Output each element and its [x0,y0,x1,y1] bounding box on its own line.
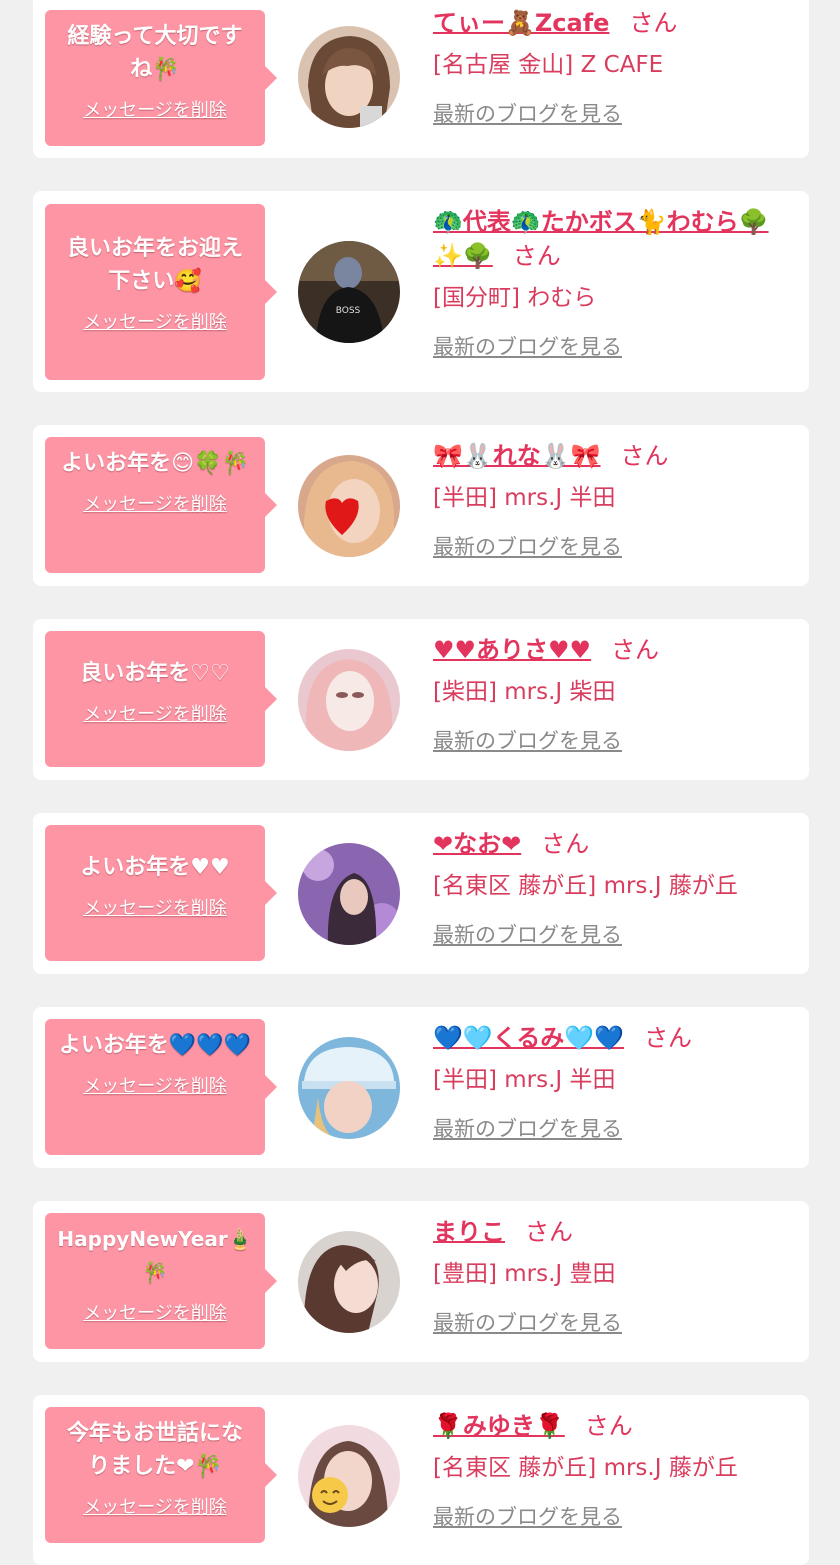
shop-name: [半田] mrs.J 半田 [433,485,616,511]
latest-blog-link[interactable]: 最新のブログを見る [433,1501,622,1531]
message-card: HappyNewYear🎍🎋 メッセージを削除 まりこ さん [豊田] mrs.J… [33,1201,809,1362]
honorific: さん [629,9,678,37]
delete-message-link[interactable]: メッセージを削除 [83,96,227,122]
cast-info: ♥♥ありさ♥♥ さん [柴田] mrs.J 柴田 最新のブログを見る [433,633,797,755]
cast-info: ❤なお❤ さん [名東区 藤が丘] mrs.J 藤が丘 最新のブログを見る [433,827,797,949]
message-card: 今年もお世話になりました❤🎋 メッセージを削除 🌹みゆき🌹 さん [名東区 藤が丘… [33,1395,809,1565]
avatar[interactable]: BOSS [298,241,400,343]
honorific: さん [644,1024,693,1052]
message-text: よいお年を💙💙💙 [58,1033,252,1058]
avatar[interactable] [298,26,400,128]
latest-blog-link[interactable]: 最新のブログを見る [433,919,622,949]
delete-message-link[interactable]: メッセージを削除 [83,894,227,920]
message-bubble: 良いお年をお迎え下さい🥰 メッセージを削除 [45,204,277,380]
latest-blog-link[interactable]: 最新のブログを見る [433,331,622,361]
cast-name-link[interactable]: 🌹みゆき🌹 [433,1412,565,1440]
delete-message-link[interactable]: メッセージを削除 [83,1299,227,1325]
shop-name: [国分町] わむら [433,285,597,311]
latest-blog-link[interactable]: 最新のブログを見る [433,1113,622,1143]
message-text: 良いお年をお迎え下さい🥰 [66,236,243,294]
shop-name: [豊田] mrs.J 豊田 [433,1261,616,1287]
cast-name-link[interactable]: ♥♥ありさ♥♥ [433,636,591,664]
message-text: 良いお年を♡♡ [80,661,230,686]
message-bubble: よいお年を♥♥ メッセージを削除 [45,825,277,961]
message-bubble: 今年もお世話になりました❤🎋 メッセージを削除 [45,1407,277,1543]
message-card: 良いお年をお迎え下さい🥰 メッセージを削除 BOSS 🦚代表🦚たかボス🐈わむら🌳… [33,191,809,392]
delete-message-link[interactable]: メッセージを削除 [83,700,227,726]
message-bubble: 良いお年を♡♡ メッセージを削除 [45,631,277,767]
cast-info: 🌹みゆき🌹 さん [名東区 藤が丘] mrs.J 藤が丘 最新のブログを見る [433,1409,797,1531]
avatar[interactable] [298,1231,400,1333]
message-text: 今年もお世話になりました❤🎋 [66,1421,243,1479]
avatar[interactable] [298,843,400,945]
latest-blog-link[interactable]: 最新のブログを見る [433,98,622,128]
message-card: 経験って大切ですね🎋 メッセージを削除 てぃー🧸Zcafe さん [名古屋 金山]… [33,0,809,158]
cast-name-link[interactable]: 🦚代表🦚たかボス🐈わむら🌳✨🌳 [433,208,769,270]
shop-name: [柴田] mrs.J 柴田 [433,679,616,705]
message-bubble: よいお年を💙💙💙 メッセージを削除 [45,1019,277,1155]
delete-message-link[interactable]: メッセージを削除 [83,490,227,516]
message-card: よいお年を😊🍀🎋 メッセージを削除 🎀🐰れな🐰🎀 さん [半田] mrs.J 半田… [33,425,809,586]
shop-name: [半田] mrs.J 半田 [433,1067,616,1093]
honorific: さん [512,242,561,270]
message-text: よいお年を♥♥ [80,855,230,880]
message-card: よいお年を♥♥ メッセージを削除 ❤なお❤ さん [名東区 藤が丘] mrs.J … [33,813,809,974]
latest-blog-link[interactable]: 最新のブログを見る [433,531,622,561]
honorific: さん [541,830,590,858]
delete-message-link[interactable]: メッセージを削除 [83,1493,227,1519]
cast-name-link[interactable]: 🎀🐰れな🐰🎀 [433,442,601,470]
message-card: 良いお年を♡♡ メッセージを削除 ♥♥ありさ♥♥ さん [柴田] mrs.J 柴田… [33,619,809,780]
message-card: よいお年を💙💙💙 メッセージを削除 💙🩵くるみ🩵💙 さん [半田] mrs.J 半… [33,1007,809,1168]
latest-blog-link[interactable]: 最新のブログを見る [433,725,622,755]
message-text: HappyNewYear🎍🎋 [57,1227,253,1284]
message-text: よいお年を😊🍀🎋 [61,451,249,476]
cast-info: 🎀🐰れな🐰🎀 さん [半田] mrs.J 半田 最新のブログを見る [433,439,797,561]
message-bubble: 経験って大切ですね🎋 メッセージを削除 [45,10,277,146]
latest-blog-link[interactable]: 最新のブログを見る [433,1307,622,1337]
honorific: さん [584,1412,633,1440]
delete-message-link[interactable]: メッセージを削除 [83,1072,227,1098]
cast-name-link[interactable]: てぃー🧸Zcafe [433,9,609,37]
honorific: さん [525,1218,573,1246]
svg-text:BOSS: BOSS [336,306,361,316]
honorific: さん [611,636,660,664]
honorific: さん [620,442,669,470]
message-bubble: よいお年を😊🍀🎋 メッセージを削除 [45,437,277,573]
avatar[interactable] [298,649,400,751]
cast-name-link[interactable]: ❤なお❤ [433,830,521,858]
shop-name: [名東区 藤が丘] mrs.J 藤が丘 [433,1455,738,1481]
avatar[interactable] [298,1425,400,1527]
avatar[interactable] [298,455,400,557]
avatar[interactable] [298,1037,400,1139]
shop-name: [名古屋 金山] Z CAFE [433,52,664,78]
cast-info: 🦚代表🦚たかボス🐈わむら🌳✨🌳 さん [国分町] わむら 最新のブログを見る [433,205,797,361]
cast-info: てぃー🧸Zcafe さん [名古屋 金山] Z CAFE 最新のブログを見る [433,6,797,128]
cast-info: まりこ さん [豊田] mrs.J 豊田 最新のブログを見る [433,1215,797,1337]
cast-name-link[interactable]: 💙🩵くるみ🩵💙 [433,1024,624,1052]
message-text: 経験って大切ですね🎋 [67,24,243,82]
shop-name: [名東区 藤が丘] mrs.J 藤が丘 [433,873,738,899]
message-bubble: HappyNewYear🎍🎋 メッセージを削除 [45,1213,277,1349]
cast-info: 💙🩵くるみ🩵💙 さん [半田] mrs.J 半田 最新のブログを見る [433,1021,797,1143]
cast-name-link[interactable]: まりこ [433,1218,505,1246]
delete-message-link[interactable]: メッセージを削除 [83,308,227,334]
